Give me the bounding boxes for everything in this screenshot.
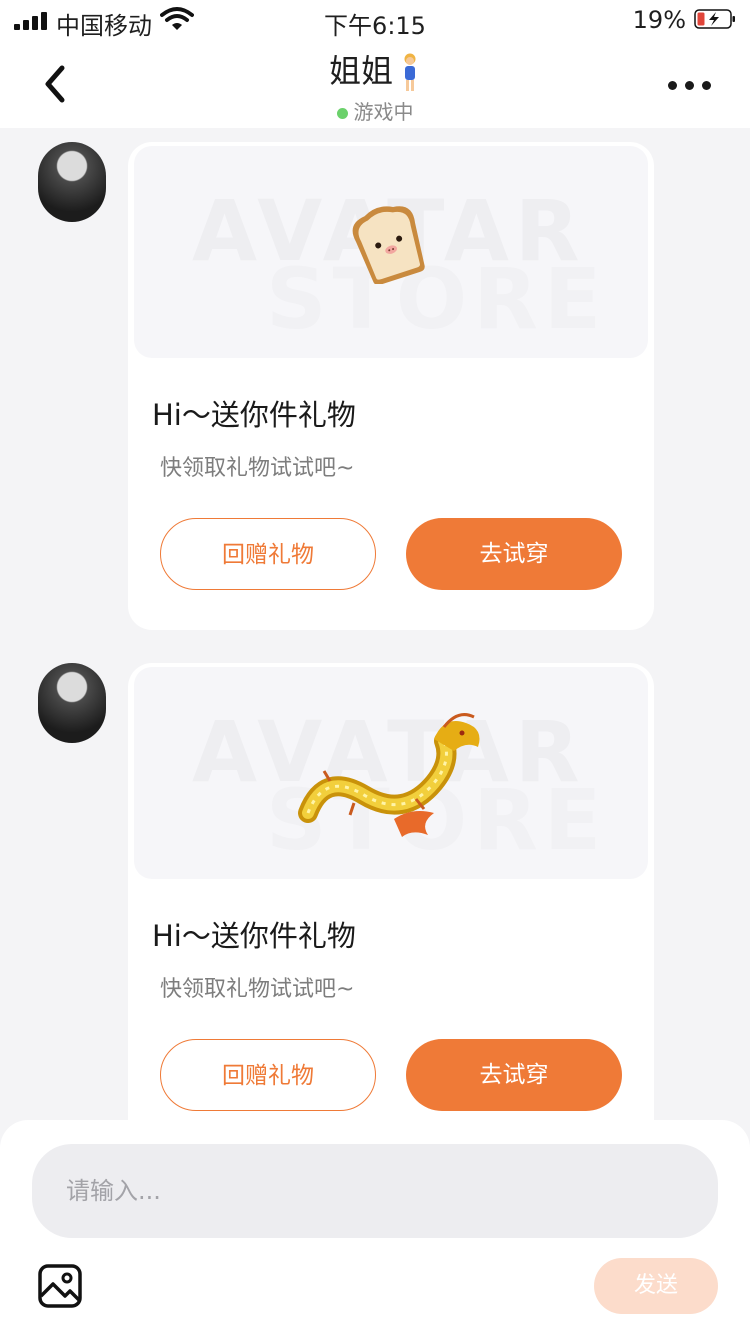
sender-avatar[interactable]: [38, 142, 106, 222]
gift-preview-image: AVATAR STORE: [134, 667, 648, 879]
gift-subtitle: 快领取礼物试试吧~: [160, 456, 355, 481]
toast-gift-image: [352, 206, 425, 284]
status-text: 游戏中: [353, 100, 414, 124]
return-gift-button[interactable]: 回赠礼物: [160, 518, 376, 590]
image-picker-icon[interactable]: [38, 1264, 82, 1308]
navigation-bar: 姐姐 游戏中: [0, 40, 750, 128]
status-bar: 中国移动 下午6:15 19%: [0, 0, 750, 40]
person-figure-icon: [404, 53, 416, 91]
return-gift-button[interactable]: 回赠礼物: [160, 1039, 376, 1111]
battery-charging-icon: [694, 9, 735, 29]
gift-preview-image: AVATAR STORE: [134, 146, 648, 358]
contact-name: 姐姐: [328, 52, 393, 90]
more-options-icon[interactable]: [660, 62, 720, 106]
gift-heading: Hi～送你件礼物: [152, 919, 356, 953]
golden-dragon-gift-image: [298, 713, 480, 837]
send-button[interactable]: 发送: [594, 1258, 718, 1314]
message-input[interactable]: [32, 1144, 718, 1238]
watermark-text: STORE: [266, 250, 608, 348]
message-composer: 发送: [0, 1120, 750, 1334]
try-on-button[interactable]: 去试穿: [406, 1039, 622, 1111]
contact-status: 游戏中: [0, 96, 750, 125]
gift-heading: Hi～送你件礼物: [152, 398, 356, 432]
online-status-dot: [336, 108, 348, 119]
gift-subtitle: 快领取礼物试试吧~: [160, 977, 355, 1002]
chat-title: 姐姐: [0, 46, 750, 93]
sender-avatar[interactable]: [38, 663, 106, 743]
gift-card: AVATAR STORE Hi～送你件礼物 快领取礼物试试吧~ 回赠礼物 去试穿: [128, 663, 654, 1151]
try-on-button[interactable]: 去试穿: [406, 518, 622, 590]
gift-card: AVATAR STORE Hi～送你件礼物 快领取礼物试试吧~ 回赠礼物 去试穿: [128, 142, 654, 630]
battery-percentage: 19%: [632, 6, 686, 34]
